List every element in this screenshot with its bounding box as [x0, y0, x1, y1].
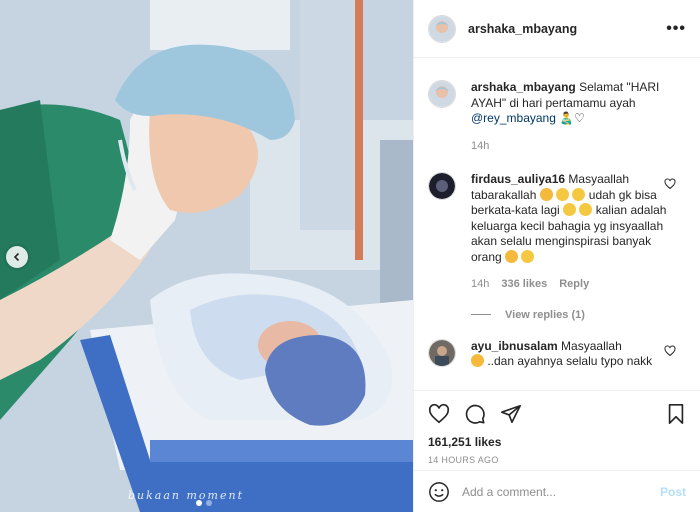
instagram-post: bukaan moment arshaka_mbayang ••• arshak… — [0, 0, 700, 512]
smiling-face-hearts-icon — [539, 187, 553, 201]
caption-body: arshaka_mbayang Selamat "HARI AYAH" di h… — [471, 80, 686, 154]
carousel-dot — [206, 500, 212, 506]
send-icon — [501, 404, 521, 424]
avatar-image-icon — [429, 15, 455, 42]
avatar[interactable] — [428, 80, 456, 108]
avatar[interactable] — [428, 172, 456, 200]
post-photo[interactable]: bukaan moment — [0, 0, 413, 512]
carousel-dot — [196, 500, 202, 506]
list-item: ayu_ibnusalam Masyaallah ..dan ayahnya s… — [428, 338, 686, 370]
smiling-face-hearts-icon — [471, 354, 484, 367]
avatar-image-icon — [429, 339, 455, 366]
heart-icon — [428, 403, 450, 424]
header-username[interactable]: arshaka_mbayang — [468, 22, 577, 36]
post-comment-button[interactable]: Post — [660, 485, 686, 499]
avatar-image-icon — [429, 173, 455, 199]
comment-likes[interactable]: 336 likes — [501, 277, 547, 293]
comment-text: ..dan ayahnya selalu typo nakk — [487, 354, 653, 368]
caption-time[interactable]: 14h — [471, 139, 489, 155]
comment-bubble-icon — [465, 404, 485, 424]
like-button[interactable] — [428, 403, 450, 425]
heart-icon[interactable] — [664, 344, 676, 357]
crying-face-icon — [579, 203, 593, 216]
caption: arshaka_mbayang Selamat "HARI AYAH" di h… — [428, 80, 686, 154]
reply-button[interactable]: Reply — [559, 277, 589, 293]
list-item: firdaus_auliya16 Masyaallah tabarakallah… — [428, 172, 686, 293]
comment-time[interactable]: 14h — [471, 277, 489, 293]
comment-text: Masyaallah — [561, 338, 622, 353]
emoji-picker-button[interactable] — [428, 481, 450, 503]
carousel-prev-button[interactable] — [6, 246, 28, 268]
post-actions: 161,251 likes 14 HOURS AGO — [414, 390, 700, 470]
crying-face-icon — [563, 203, 577, 216]
avatar[interactable] — [428, 338, 456, 367]
save-button[interactable] — [666, 403, 686, 425]
post-timestamp[interactable]: 14 HOURS AGO — [428, 455, 686, 465]
photo-scene — [0, 0, 413, 512]
carousel-dots — [196, 500, 212, 506]
caption-meta: 14h — [471, 139, 686, 155]
comment-input[interactable] — [462, 484, 660, 499]
smiling-face-icon — [521, 249, 535, 263]
comment-button[interactable] — [464, 403, 486, 425]
smiley-icon — [429, 481, 449, 502]
chevron-left-icon — [13, 252, 20, 262]
post-side-panel: arshaka_mbayang ••• arshaka_mbayang Sela… — [413, 0, 700, 512]
comments-list[interactable]: arshaka_mbayang Selamat "HARI AYAH" di h… — [414, 58, 700, 390]
post-header: arshaka_mbayang ••• — [414, 0, 700, 58]
caption-mention[interactable]: @rey_mbayang — [471, 111, 556, 125]
avatar-image-icon — [429, 81, 455, 107]
view-replies-button[interactable]: View replies (1) — [471, 309, 686, 321]
caption-emoji: 👨‍🍼♡ — [559, 111, 585, 125]
comment-username[interactable]: ayu_ibnusalam — [471, 339, 558, 353]
smiling-face-hearts-icon — [505, 249, 519, 263]
comment-username[interactable]: firdaus_auliya16 — [471, 172, 565, 186]
bookmark-icon — [668, 404, 684, 424]
view-replies-line — [471, 314, 491, 315]
comment-body: ayu_ibnusalam Masyaallah ..dan ayahnya s… — [471, 339, 686, 370]
crying-face-icon — [556, 187, 570, 201]
crying-face-icon — [572, 187, 586, 201]
more-options-icon[interactable]: ••• — [666, 20, 686, 38]
photo-watermark: bukaan moment — [128, 489, 244, 502]
view-replies-label: View replies (1) — [505, 308, 585, 321]
comment-body: firdaus_auliya16 Masyaallah tabarakallah… — [471, 172, 686, 293]
heart-icon[interactable] — [664, 178, 676, 190]
comment-meta: 14h 336 likes Reply — [471, 277, 668, 293]
share-button[interactable] — [500, 403, 522, 425]
like-count[interactable]: 161,251 likes — [428, 435, 686, 449]
caption-username[interactable]: arshaka_mbayang — [471, 80, 576, 94]
avatar[interactable] — [428, 14, 456, 43]
add-comment-bar: Post — [414, 470, 700, 512]
action-icons — [428, 399, 686, 429]
